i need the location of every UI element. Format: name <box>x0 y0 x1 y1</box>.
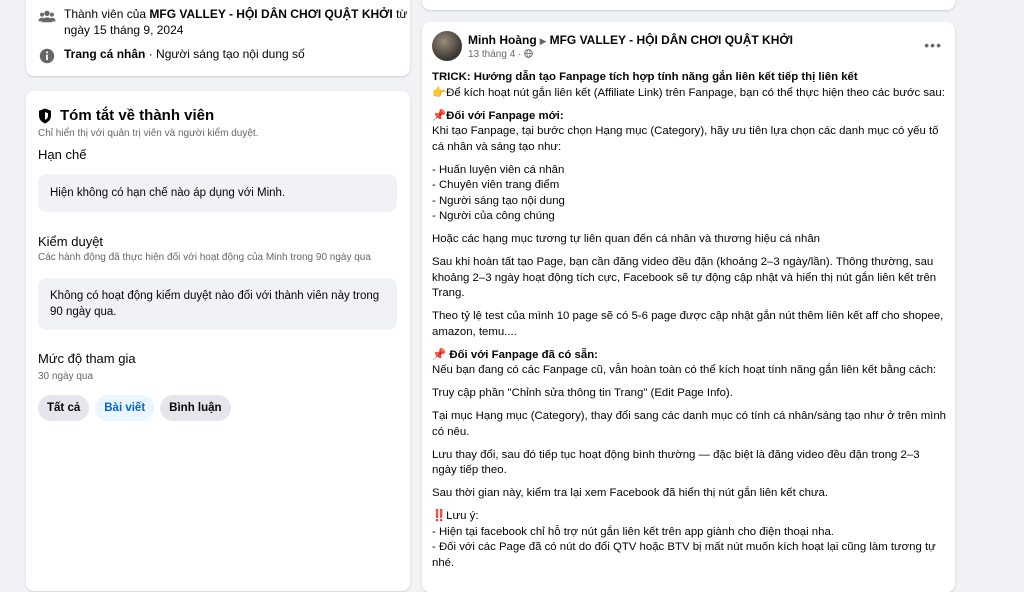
engagement-note: 30 ngày qua <box>38 371 94 382</box>
post-line-check: Sau thời gian này, kiểm tra lại xem Face… <box>432 487 829 499</box>
member-since: ngày 15 tháng 9, 2024 <box>64 23 184 37</box>
chip-posts[interactable]: Bài viết <box>95 395 155 421</box>
globe-icon <box>524 49 533 58</box>
post-line-old-heading: 📌 Đối với Fanpage đã có sẵn: <box>432 348 598 361</box>
post-content: TRICK: Hướng dẫn tạo Fanpage tích hợp tí… <box>432 70 947 571</box>
post-line-trick: TRICK: Hướng dẫn tạo Fanpage tích hợp tí… <box>432 71 858 83</box>
arrow-right-icon: ▶ <box>539 36 547 46</box>
post-line-note-heading: ‼️Lưu ý: <box>432 510 479 522</box>
restriction-heading: Hạn chế <box>38 147 87 162</box>
post-bullet-2: - Chuyên viên trang điểm <box>432 179 560 191</box>
chip-comments[interactable]: Bình luận <box>160 395 231 421</box>
post-line-new-text: Khi tạo Fanpage, tại bước chọn Hạng mục … <box>432 125 939 153</box>
engagement-filter-chips: Tất cả Bài viết Bình luận <box>38 395 237 421</box>
moderation-note: Các hành động đã thực hiện đối với hoạt … <box>38 252 371 263</box>
post-card: Minh Hoàng ▶ MFG VALLEY - HỘI DÂN CHƠI QUẬ… <box>422 22 955 592</box>
restriction-box: Hiện không có hạn chế nào áp dụng với Mi… <box>38 174 397 212</box>
shield-icon <box>39 108 51 123</box>
member-prefix: Thành viên của <box>64 7 150 21</box>
avatar[interactable] <box>432 31 462 61</box>
post-line-category: Tại mục Hạng mục (Category), thay đổi sa… <box>432 410 947 438</box>
post-line-save: Lưu thay đổi, sau đó tiếp tục hoạt động … <box>432 448 920 477</box>
engagement-heading: Mức độ tham gia <box>38 351 136 366</box>
post-line-after: Sau khi hoàn tất tạo Page, bạn cần đăng … <box>432 256 937 299</box>
profile-label: Trang cá nhân <box>64 47 146 61</box>
moderation-heading: Kiểm duyệt <box>38 234 104 249</box>
member-suffix: từ <box>392 7 408 21</box>
group-name-link[interactable]: MFG VALLEY - HỘI DÂN CHƠI QUẬT KHỞI <box>550 33 793 47</box>
membership-row: Thành viên của MFG VALLEY - HỘI DÂN CHƠI… <box>38 6 407 38</box>
more-options-icon[interactable]: ••• <box>924 37 942 53</box>
moderation-box: Không có hoạt động kiểm duyệt nào đối vớ… <box>38 278 397 330</box>
post-meta: 13 tháng 4 · <box>468 49 533 60</box>
post-line-intro: 👉Để kích hoạt nút gắn liên kết (Affiliat… <box>432 86 945 99</box>
post-note-2: - Đối với các Page đã có nút do đổi QTV … <box>432 541 936 569</box>
profile-type-text: Trang cá nhân · Người sáng tạo nội dung … <box>64 46 305 62</box>
member-summary-card: Tóm tắt về thành viên Chỉ hiển thị với q… <box>26 91 410 591</box>
post-author-line: Minh Hoàng ▶ MFG VALLEY - HỘI DÂN CHƠI QUẬ… <box>468 33 793 47</box>
post-line-similar: Hoặc các hạng mục tương tự liên quan đến… <box>432 233 821 245</box>
post-bullet-1: - Huấn luyện viên cá nhân <box>432 163 565 176</box>
previous-post-card <box>422 0 955 10</box>
post-line-test: Theo tỷ lệ test của mình 10 page sẽ có 5… <box>432 310 944 338</box>
profile-type-row: Trang cá nhân · Người sáng tạo nội dung … <box>38 46 305 65</box>
post-line-access: Truy cập phần "Chỉnh sửa thông tin Trang… <box>432 387 733 399</box>
info-icon <box>39 48 55 64</box>
post-bullet-3: - Người sáng tạo nội dung <box>432 194 565 207</box>
post-line-new-heading: 📌Đối với Fanpage mới: <box>432 109 564 122</box>
post-bullet-4: - Người của công chúng <box>432 210 555 222</box>
author-name-link[interactable]: Minh Hoàng <box>468 33 537 47</box>
membership-text: Thành viên của MFG VALLEY - HỘI DÂN CHƠI… <box>64 6 407 38</box>
group-members-icon <box>38 10 56 23</box>
chip-all[interactable]: Tất cả <box>38 395 90 421</box>
profile-category: · Người sáng tạo nội dung số <box>145 47 305 61</box>
post-line-old-text: Nếu bạn đang có các Fanpage cũ, vẫn hoàn… <box>432 364 937 376</box>
post-note-1: - Hiện tại facebook chỉ hỗ trợ nút gắn l… <box>432 525 834 538</box>
summary-header: Tóm tắt về thành viên <box>38 107 214 124</box>
post-header: Minh Hoàng ▶ MFG VALLEY - HỘI DÂN CHƠI QUẬ… <box>432 31 942 63</box>
post-date[interactable]: 13 tháng 4 · <box>468 49 521 60</box>
group-name-link[interactable]: MFG VALLEY - HỘI DÂN CHƠI QUẬT KHỞI <box>149 7 392 21</box>
member-info-card: Thành viên của MFG VALLEY - HỘI DÂN CHƠI… <box>26 0 410 76</box>
summary-visibility-note: Chỉ hiển thị với quản trị viên và người … <box>38 128 259 139</box>
summary-title: Tóm tắt về thành viên <box>60 107 215 124</box>
